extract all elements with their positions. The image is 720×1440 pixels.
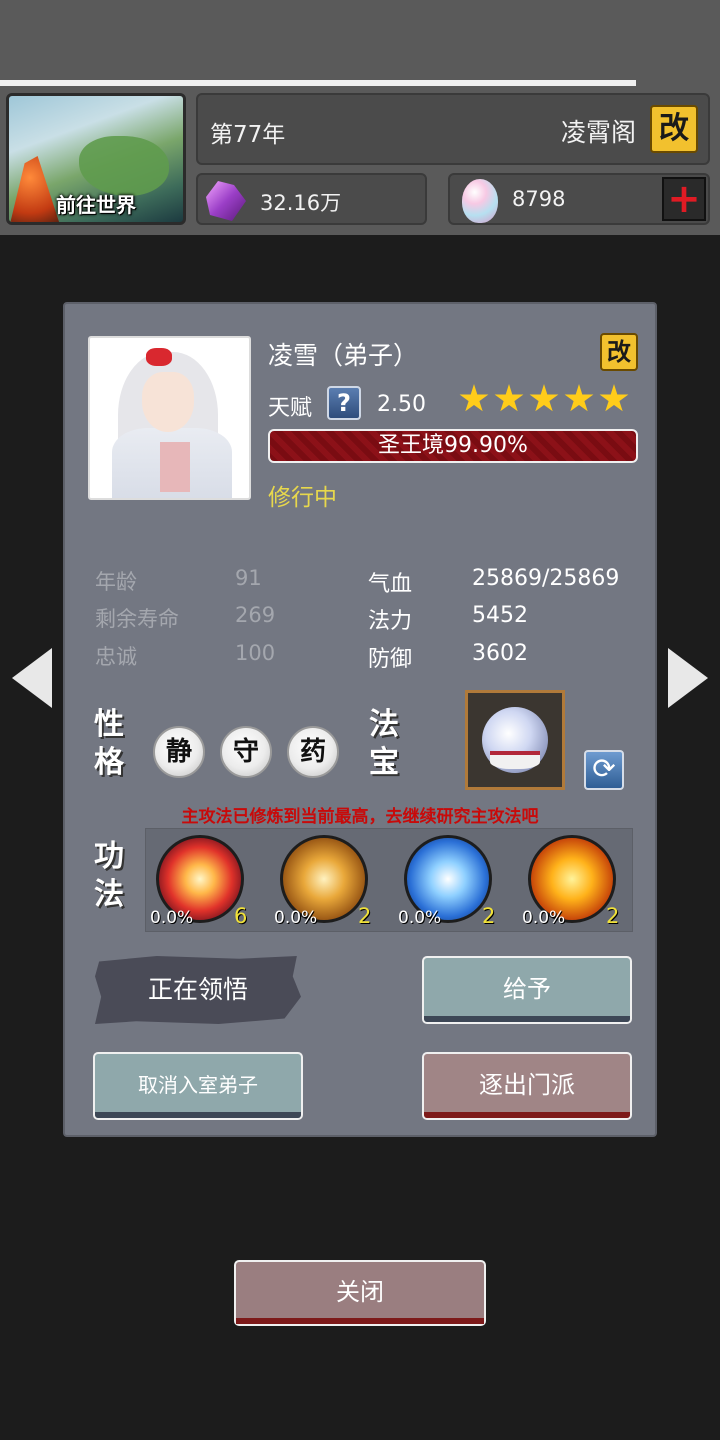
spirit-stone-counter: 32.16万 [196,173,427,225]
rename-sect-button[interactable]: 改 [650,105,698,153]
star-icon [494,384,524,412]
treasure-fangs [490,751,540,769]
year-label: 第77年 [210,122,286,148]
skill-progress: 0.0% [274,908,318,928]
add-gems-button[interactable]: + [662,177,706,221]
skills-label-char1: 功 [94,839,124,874]
realm-progress-bar: 圣王境99.90% [268,429,638,463]
stat-hp-label: 气血 [368,572,413,597]
skill-progress: 0.0% [150,908,194,928]
expel-button[interactable]: 逐出门派 [422,1052,632,1120]
star-icon [599,384,629,412]
skills-label-char2: 法 [94,877,124,912]
comprehending-button[interactable]: 正在领悟 [95,956,301,1024]
prev-disciple-arrow-icon[interactable] [12,648,52,708]
personality-label-char1: 性 [94,707,124,742]
cultivation-status: 修行中 [268,485,337,511]
skill-level: 2 [482,904,496,928]
stat-mana-value: 5452 [472,603,528,628]
trait-badge[interactable]: 守 [220,726,272,778]
cancel-inner-disciple-button[interactable]: 取消入室弟子 [93,1052,303,1120]
disciple-name: 凌雪（弟子） [268,341,419,370]
star-icon [529,384,559,412]
stat-lifespan-value: 269 [235,603,276,627]
stat-defense-value: 3602 [472,641,528,666]
skill-warning-text: 主攻法已修炼到当前最高，去继续研究主攻法吧 [181,807,539,827]
demon-mirror-icon[interactable] [465,690,565,790]
star-icon [564,384,594,412]
stat-age-label: 年龄 [95,570,137,594]
gem-counter: 8798 + [448,173,710,225]
skill-level: 2 [606,904,620,928]
treasure-label-char2: 宝 [369,745,399,780]
personality-label: 性 格 [92,706,126,782]
island-icon [79,136,169,196]
skill-level: 2 [358,904,372,928]
close-button[interactable]: 关闭 [234,1260,486,1326]
skills-label: 功 法 [92,838,126,914]
skill-progress: 0.0% [522,908,566,928]
stat-lifespan-label: 剩余寿命 [95,607,179,631]
refresh-icon[interactable]: ⟳ [584,750,624,790]
loading-progress-line [0,80,636,86]
stat-loyalty-label: 忠诚 [95,645,137,669]
sect-info-bar: 第77年 凌霄阁 改 [196,93,710,165]
world-button-label: 前往世界 [56,193,136,217]
trait-badge[interactable]: 药 [287,726,339,778]
sect-name: 凌霄阁 [560,118,636,147]
skill-level: 6 [234,904,248,928]
stat-loyalty-value: 100 [235,641,276,665]
skill-progress: 0.0% [398,908,442,928]
disciple-portrait [88,336,251,500]
portrait-face [142,372,194,432]
next-disciple-arrow-icon[interactable] [668,648,708,708]
trait-badge[interactable]: 静 [153,726,205,778]
stat-defense-label: 防御 [368,647,413,672]
world-map-button[interactable]: 前往世界 [6,93,186,225]
gem-egg-icon [462,179,498,223]
talent-value: 2.50 [377,392,426,417]
talent-stars [459,384,629,424]
treasure-label: 法 宝 [367,706,401,782]
stat-hp-value: 25869/25869 [472,566,620,591]
talent-label: 天赋 [268,396,313,421]
portrait-sash [160,442,190,492]
treasure-label-char1: 法 [369,707,399,742]
spirit-stone-value: 32.16万 [260,191,342,215]
rename-disciple-button[interactable]: 改 [600,333,638,371]
gem-value: 8798 [512,187,566,211]
personality-label-char2: 格 [94,745,124,780]
stat-mana-label: 法力 [368,609,413,634]
help-icon[interactable]: ? [327,386,361,420]
disciple-detail-panel: 凌雪（弟子） 改 天赋 ? 2.50 圣王境99.90% 修行中 年龄 91 剩… [63,302,657,1137]
stat-age-value: 91 [235,566,262,590]
portrait-bow [146,348,172,366]
give-button[interactable]: 给予 [422,956,632,1024]
star-icon [459,384,489,412]
spirit-crystal-icon [206,181,246,221]
